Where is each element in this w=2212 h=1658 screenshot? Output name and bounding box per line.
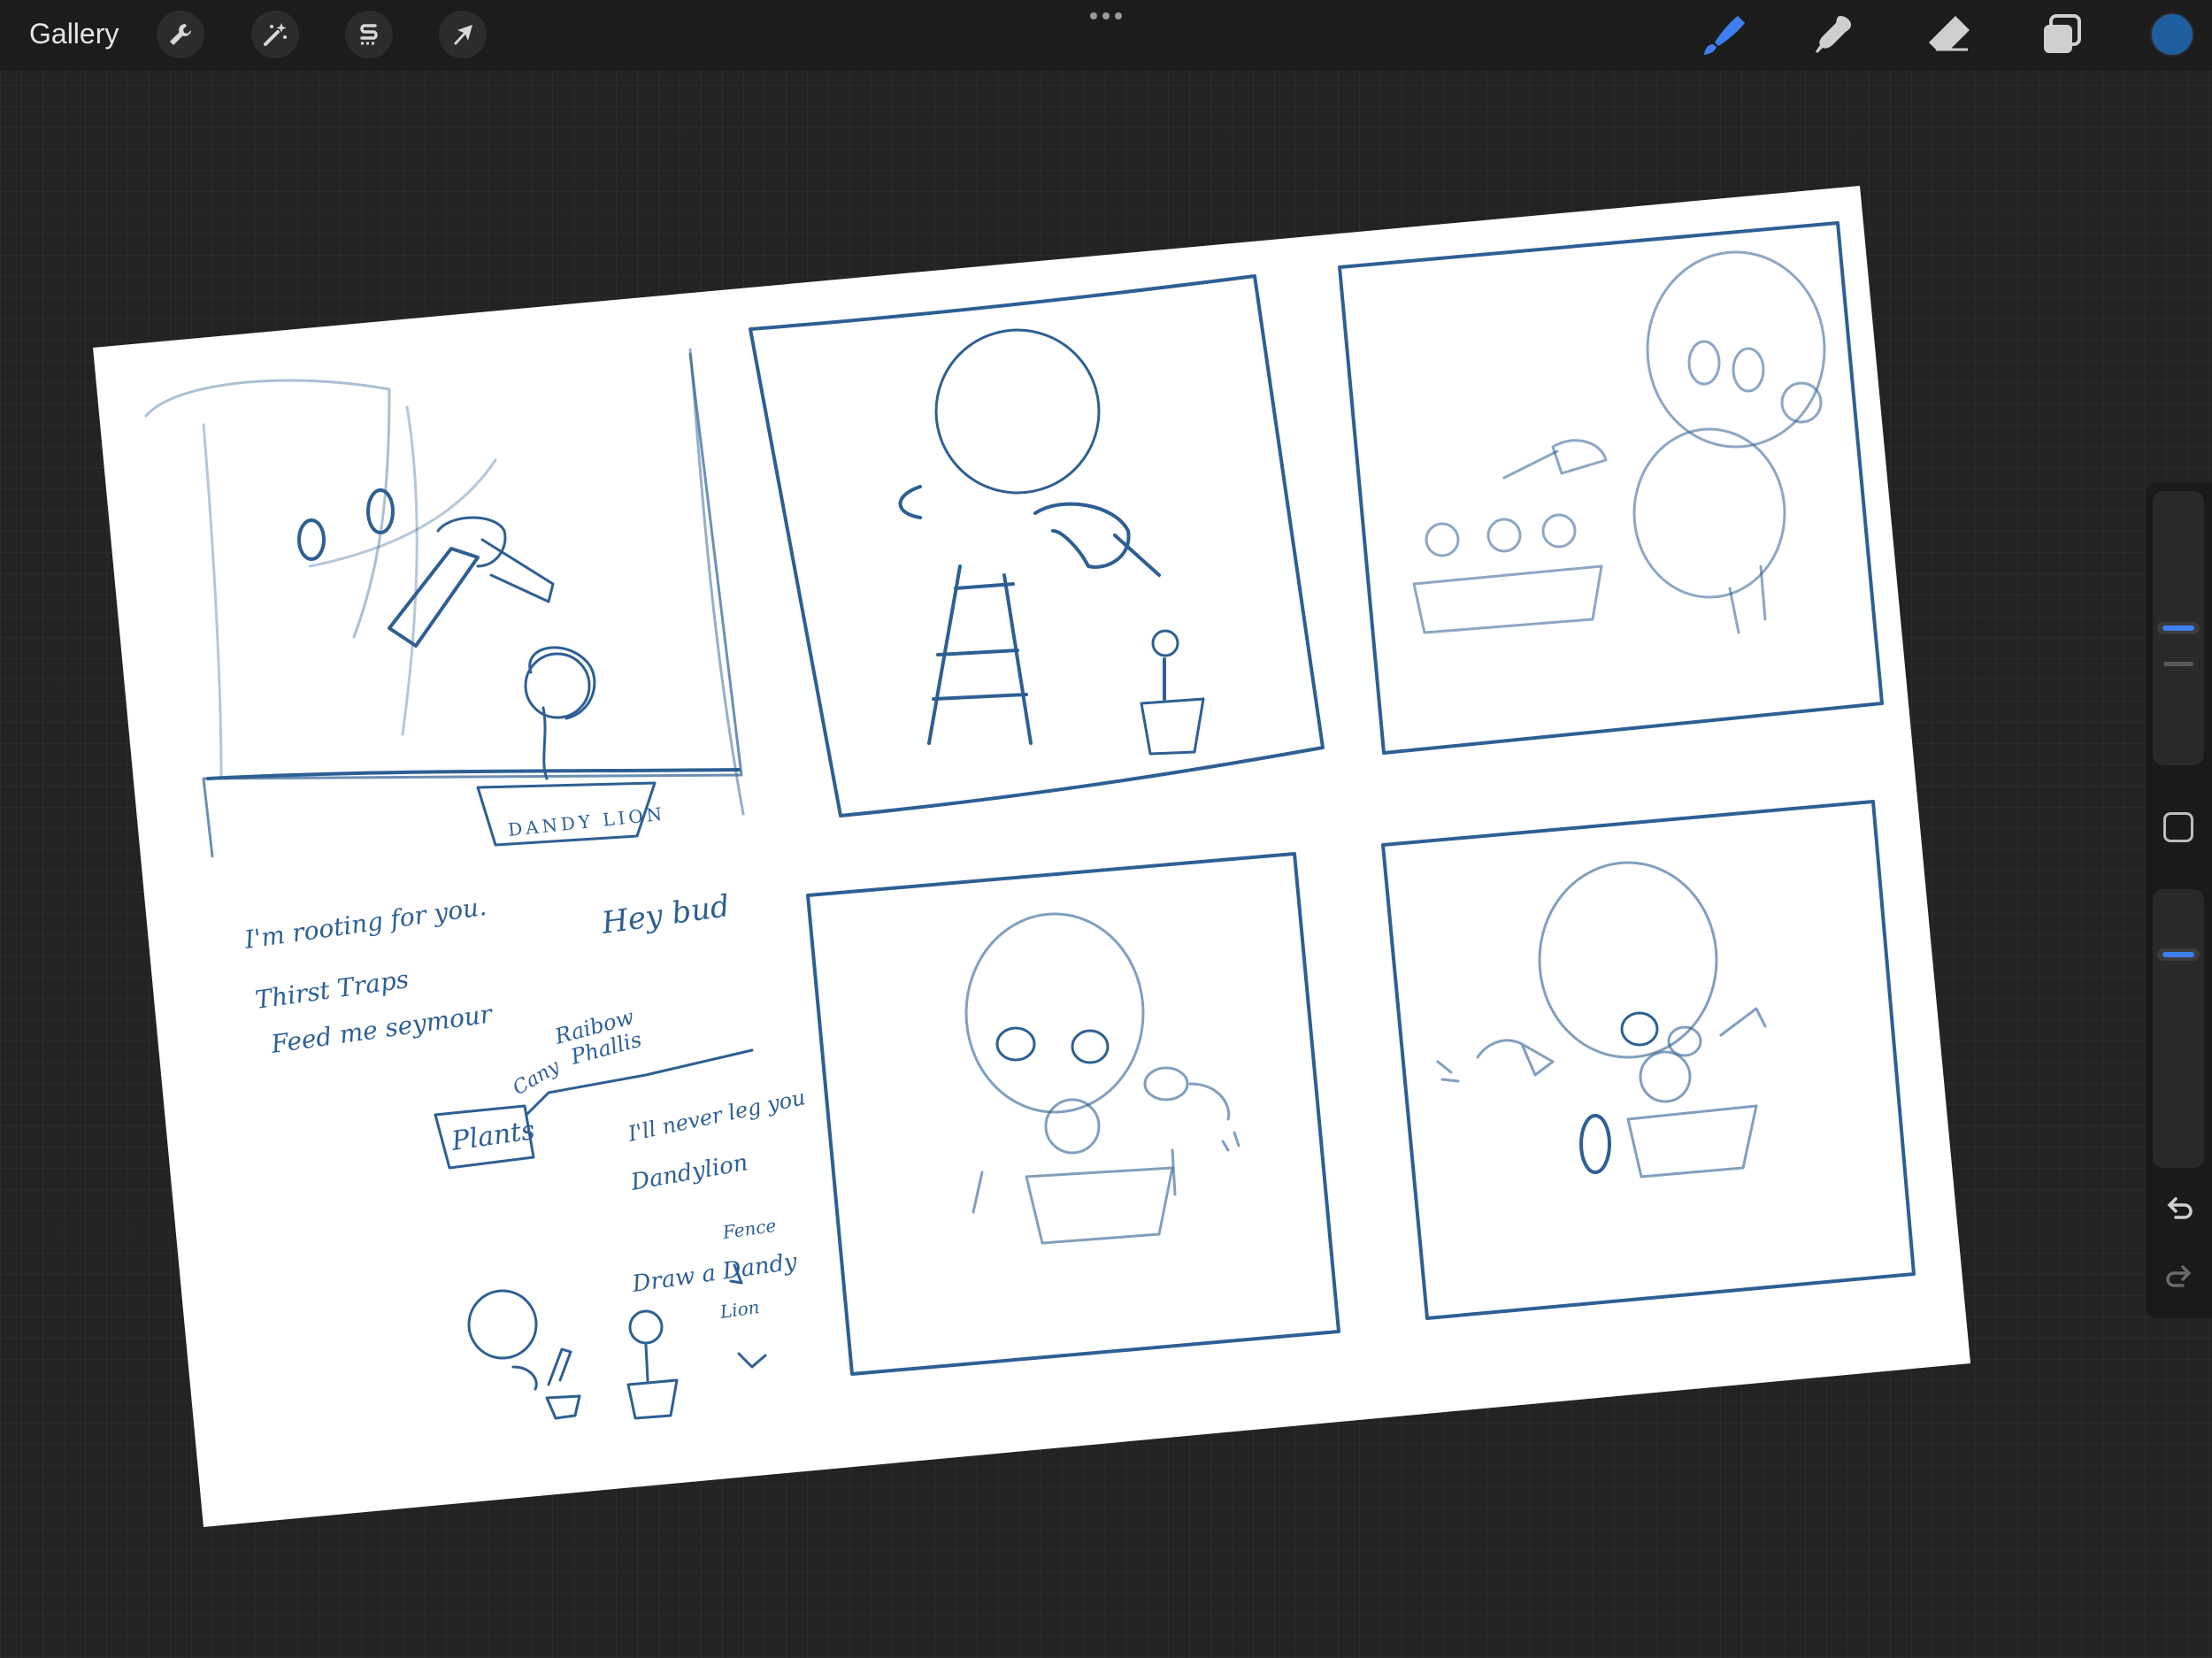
drawing-canvas[interactable]: I'm rooting for you. Thirst Traps Feed m… (0, 0, 2212, 1658)
